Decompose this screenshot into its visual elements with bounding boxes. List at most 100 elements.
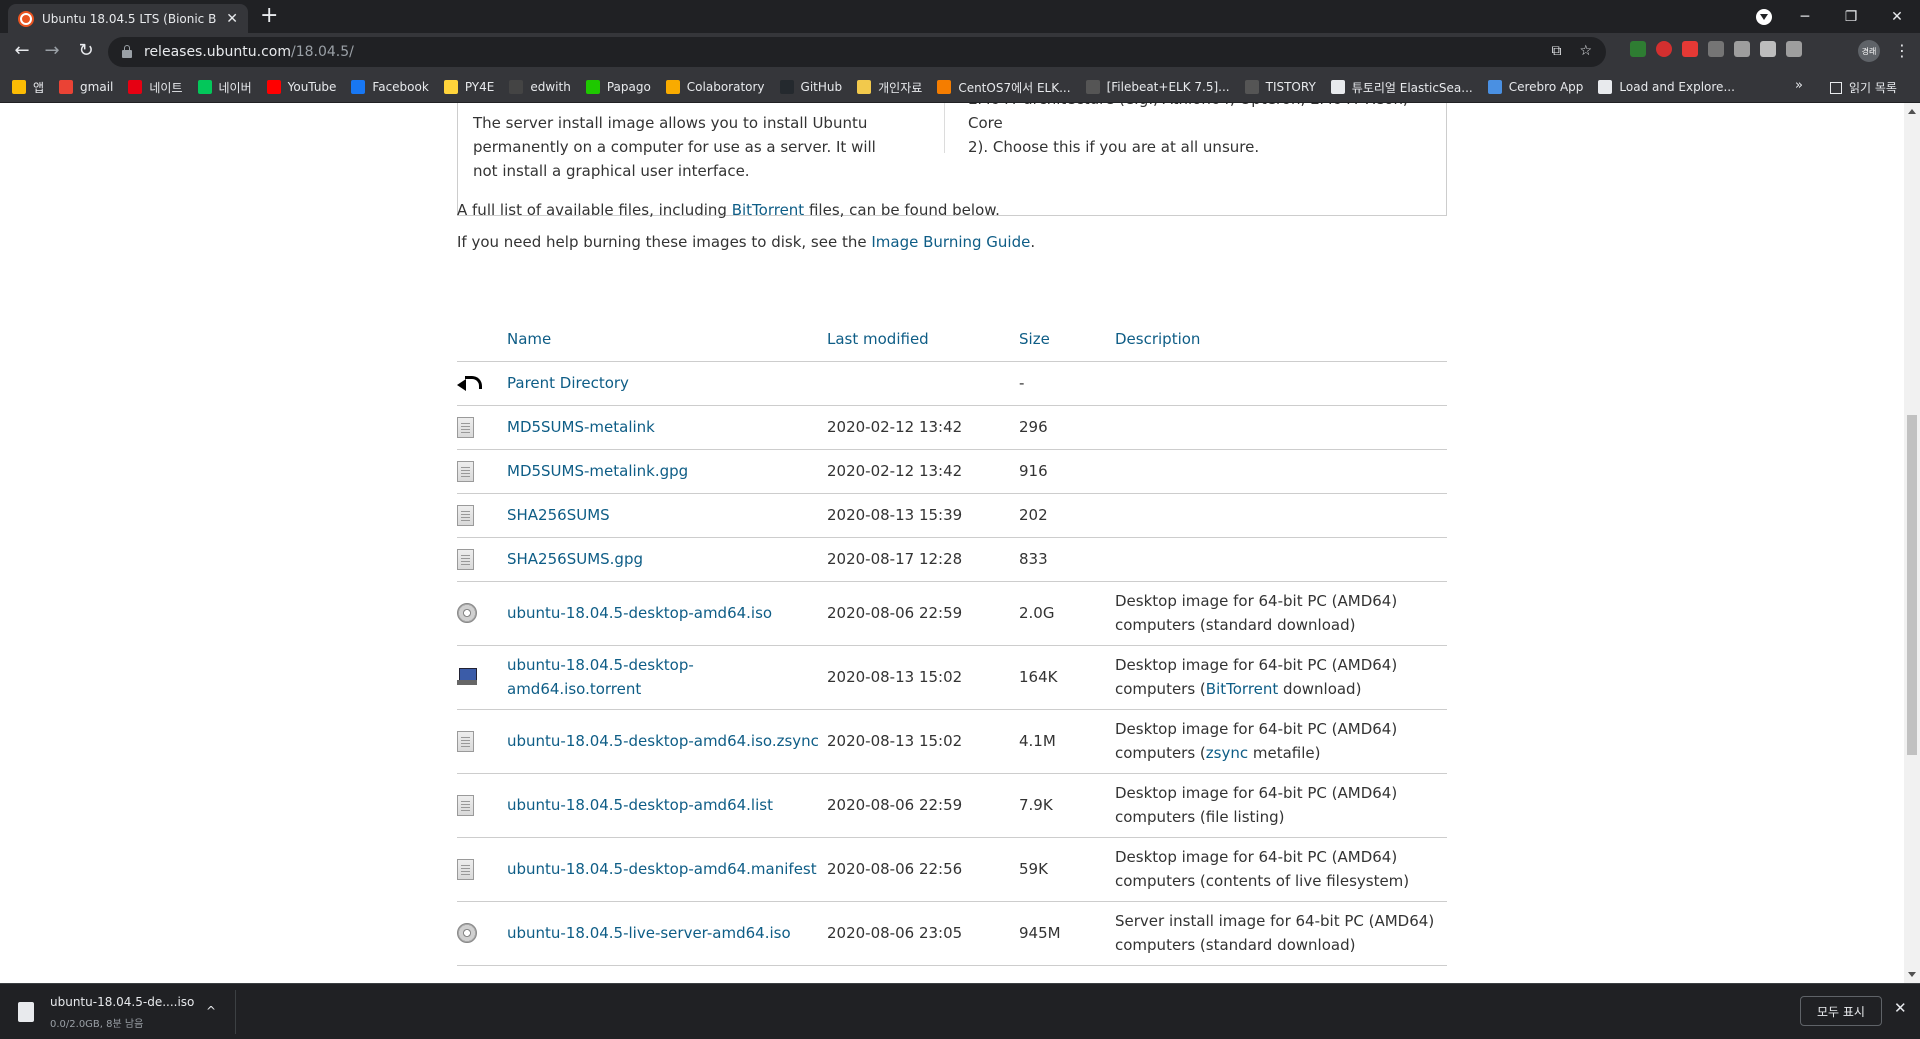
- file-link[interactable]: ubuntu-18.04.5-desktop-amd64.list: [507, 796, 773, 814]
- file-link[interactable]: MD5SUMS-metalink: [507, 418, 655, 436]
- architecture-note-line-1: EM64T architecture (e.g., Athlon64, Opte…: [968, 103, 1408, 132]
- bookmark-item[interactable]: 개인자료: [857, 79, 922, 96]
- description-suffix: metafile): [1248, 744, 1321, 762]
- file-link[interactable]: ubuntu-18.04.5-desktop-amd64.iso.torrent: [507, 653, 697, 701]
- tab-close-icon[interactable]: ✕: [226, 11, 238, 27]
- last-modified-column-header[interactable]: Last modified: [827, 318, 1019, 362]
- extensions-area: [1630, 41, 1802, 57]
- bookmark-star-icon[interactable]: ☆: [1579, 43, 1592, 59]
- new-tab-button[interactable]: +: [260, 4, 278, 28]
- bookmark-item[interactable]: [Filebeat+ELK 7.5]...: [1085, 80, 1230, 94]
- bookmarks-overflow-icon[interactable]: »: [1795, 78, 1803, 93]
- bookmark-item[interactable]: GitHub: [779, 80, 842, 94]
- reload-button[interactable]: ↻: [74, 40, 98, 61]
- download-item[interactable]: ubuntu-18.04.5-de....iso 0.0/2.0GB, 8분 남…: [14, 994, 234, 1032]
- tab-search-icon[interactable]: [1756, 9, 1772, 25]
- scroll-down-icon[interactable]: [1908, 972, 1916, 977]
- last-modified-cell: 2020-08-13 15:02: [827, 645, 1019, 710]
- extension-1-icon[interactable]: [1630, 41, 1646, 57]
- table-row: ubuntu-18.04.5-desktop-amd64.iso.zsync 20…: [457, 709, 1447, 774]
- bookmark-label: Colaboratory: [686, 80, 765, 94]
- translate-icon[interactable]: ⧉: [1551, 43, 1561, 59]
- bookmark-item[interactable]: edwith: [509, 80, 571, 94]
- bookmark-item[interactable]: TISTORY: [1244, 80, 1316, 94]
- close-window-button[interactable]: ✕: [1874, 9, 1920, 25]
- bookmark-item[interactable]: 네이버: [197, 79, 252, 96]
- bookmark-label: YouTube: [287, 80, 337, 94]
- bookmark-item[interactable]: gmail: [59, 80, 113, 94]
- active-tab[interactable]: Ubuntu 18.04.5 LTS (Bionic Bea ✕: [8, 4, 248, 33]
- media-control-icon[interactable]: [1786, 41, 1802, 57]
- file-link[interactable]: Parent Directory: [507, 374, 629, 392]
- file-link[interactable]: ubuntu-18.04.5-live-server-amd64.iso: [507, 924, 791, 942]
- extension-4-icon[interactable]: [1708, 41, 1724, 57]
- bookmark-item[interactable]: Cerebro App: [1487, 80, 1583, 94]
- lock-icon[interactable]: [122, 45, 132, 58]
- bookmark-item[interactable]: Colaboratory: [665, 80, 765, 94]
- description-link[interactable]: BitTorrent: [1206, 680, 1279, 698]
- description-column-header[interactable]: Description: [1115, 318, 1447, 362]
- browser-menu-icon[interactable]: ⋮: [1894, 41, 1910, 60]
- bookmark-item[interactable]: CentOS7에서 ELK...: [937, 79, 1071, 96]
- bookmark-item[interactable]: PY4E: [443, 80, 495, 94]
- bookmark-favicon-icon: [1085, 80, 1100, 94]
- server-image-description: The server install image allows you to i…: [473, 114, 876, 180]
- scroll-up-icon[interactable]: [1908, 109, 1916, 114]
- file-link[interactable]: SHA256SUMS.gpg: [507, 550, 643, 568]
- name-cell: ubuntu-18.04.5-desktop-amd64.list: [507, 773, 827, 838]
- table-row: ubuntu-18.04.5-desktop-amd64.iso 2020-08-…: [457, 581, 1447, 646]
- extension-2-icon[interactable]: [1656, 41, 1672, 57]
- file-link[interactable]: ubuntu-18.04.5-desktop-amd64.iso.zsync: [507, 732, 819, 750]
- back-button[interactable]: ←: [10, 40, 34, 61]
- description-link[interactable]: zsync: [1206, 744, 1248, 762]
- file-listing-table: Name Last modified Size Description Pare…: [457, 318, 1447, 966]
- extension-3-icon[interactable]: [1682, 41, 1698, 57]
- name-column-header[interactable]: Name: [507, 318, 827, 362]
- file-link[interactable]: MD5SUMS-metalink.gpg: [507, 462, 688, 480]
- forward-button[interactable]: →: [40, 40, 64, 61]
- bookmark-item[interactable]: 튜토리얼 ElasticSea...: [1330, 79, 1473, 96]
- restore-button[interactable]: ❐: [1828, 9, 1874, 25]
- close-download-shelf-icon[interactable]: ✕: [1894, 999, 1907, 1017]
- bookmark-item[interactable]: Papago: [585, 80, 651, 94]
- bookmark-item[interactable]: Load and Explore...: [1598, 80, 1735, 94]
- description-text: Desktop image for 64-bit PC (AMD64) comp…: [1115, 848, 1410, 890]
- bookmark-label: 네이버: [218, 80, 252, 95]
- file-link[interactable]: SHA256SUMS: [507, 506, 610, 524]
- page-scrollbar[interactable]: [1904, 103, 1920, 983]
- description-suffix: download): [1278, 680, 1362, 698]
- extensions-puzzle-icon[interactable]: [1760, 41, 1776, 57]
- bookmark-item[interactable]: 앱: [12, 79, 44, 96]
- show-all-downloads-button[interactable]: 모두 표시: [1800, 996, 1882, 1026]
- box-divider: [944, 103, 945, 153]
- name-cell: ubuntu-18.04.5-desktop-amd64.iso: [507, 581, 827, 646]
- reading-list-label: 읽기 목록: [1849, 81, 1897, 95]
- bittorrent-link[interactable]: BitTorrent: [732, 201, 805, 219]
- extension-5-icon[interactable]: [1734, 41, 1750, 57]
- download-options-chevron-icon[interactable]: ^: [206, 1004, 216, 1018]
- bookmark-item[interactable]: YouTube: [266, 80, 337, 94]
- table-row: Parent Directory -: [457, 361, 1447, 406]
- profile-avatar[interactable]: 경래: [1858, 40, 1880, 62]
- file-link[interactable]: ubuntu-18.04.5-desktop-amd64.iso: [507, 604, 772, 622]
- bookmark-label: PY4E: [464, 80, 495, 94]
- size-column-header[interactable]: Size: [1019, 318, 1115, 362]
- address-bar[interactable]: releases.ubuntu.com/18.04.5/ ⧉ ☆: [108, 37, 1606, 67]
- description-cell: [1115, 537, 1447, 582]
- last-modified-cell: 2020-02-12 13:42: [827, 405, 1019, 450]
- window-controls: ─ ❐ ✕: [1782, 0, 1920, 33]
- bookmark-item[interactable]: 네이트: [128, 79, 183, 96]
- description-cell: [1115, 361, 1447, 406]
- reading-list-button[interactable]: 읽기 목록: [1830, 79, 1897, 96]
- icon-cell: [457, 405, 507, 450]
- name-cell: ubuntu-18.04.5-desktop-amd64.iso.torrent: [507, 645, 827, 710]
- bookmark-favicon-icon: [351, 80, 366, 94]
- image-burning-guide-link[interactable]: Image Burning Guide: [871, 233, 1030, 251]
- minimize-button[interactable]: ─: [1782, 9, 1828, 25]
- bookmark-favicon-icon: [509, 80, 524, 94]
- bookmark-item[interactable]: Facebook: [351, 80, 429, 94]
- bookmark-label: 튜토리얼 ElasticSea...: [1351, 80, 1473, 95]
- file-link[interactable]: ubuntu-18.04.5-desktop-amd64.manifest: [507, 860, 817, 878]
- scrollbar-thumb[interactable]: [1907, 415, 1917, 755]
- size-cell: 833: [1019, 537, 1115, 582]
